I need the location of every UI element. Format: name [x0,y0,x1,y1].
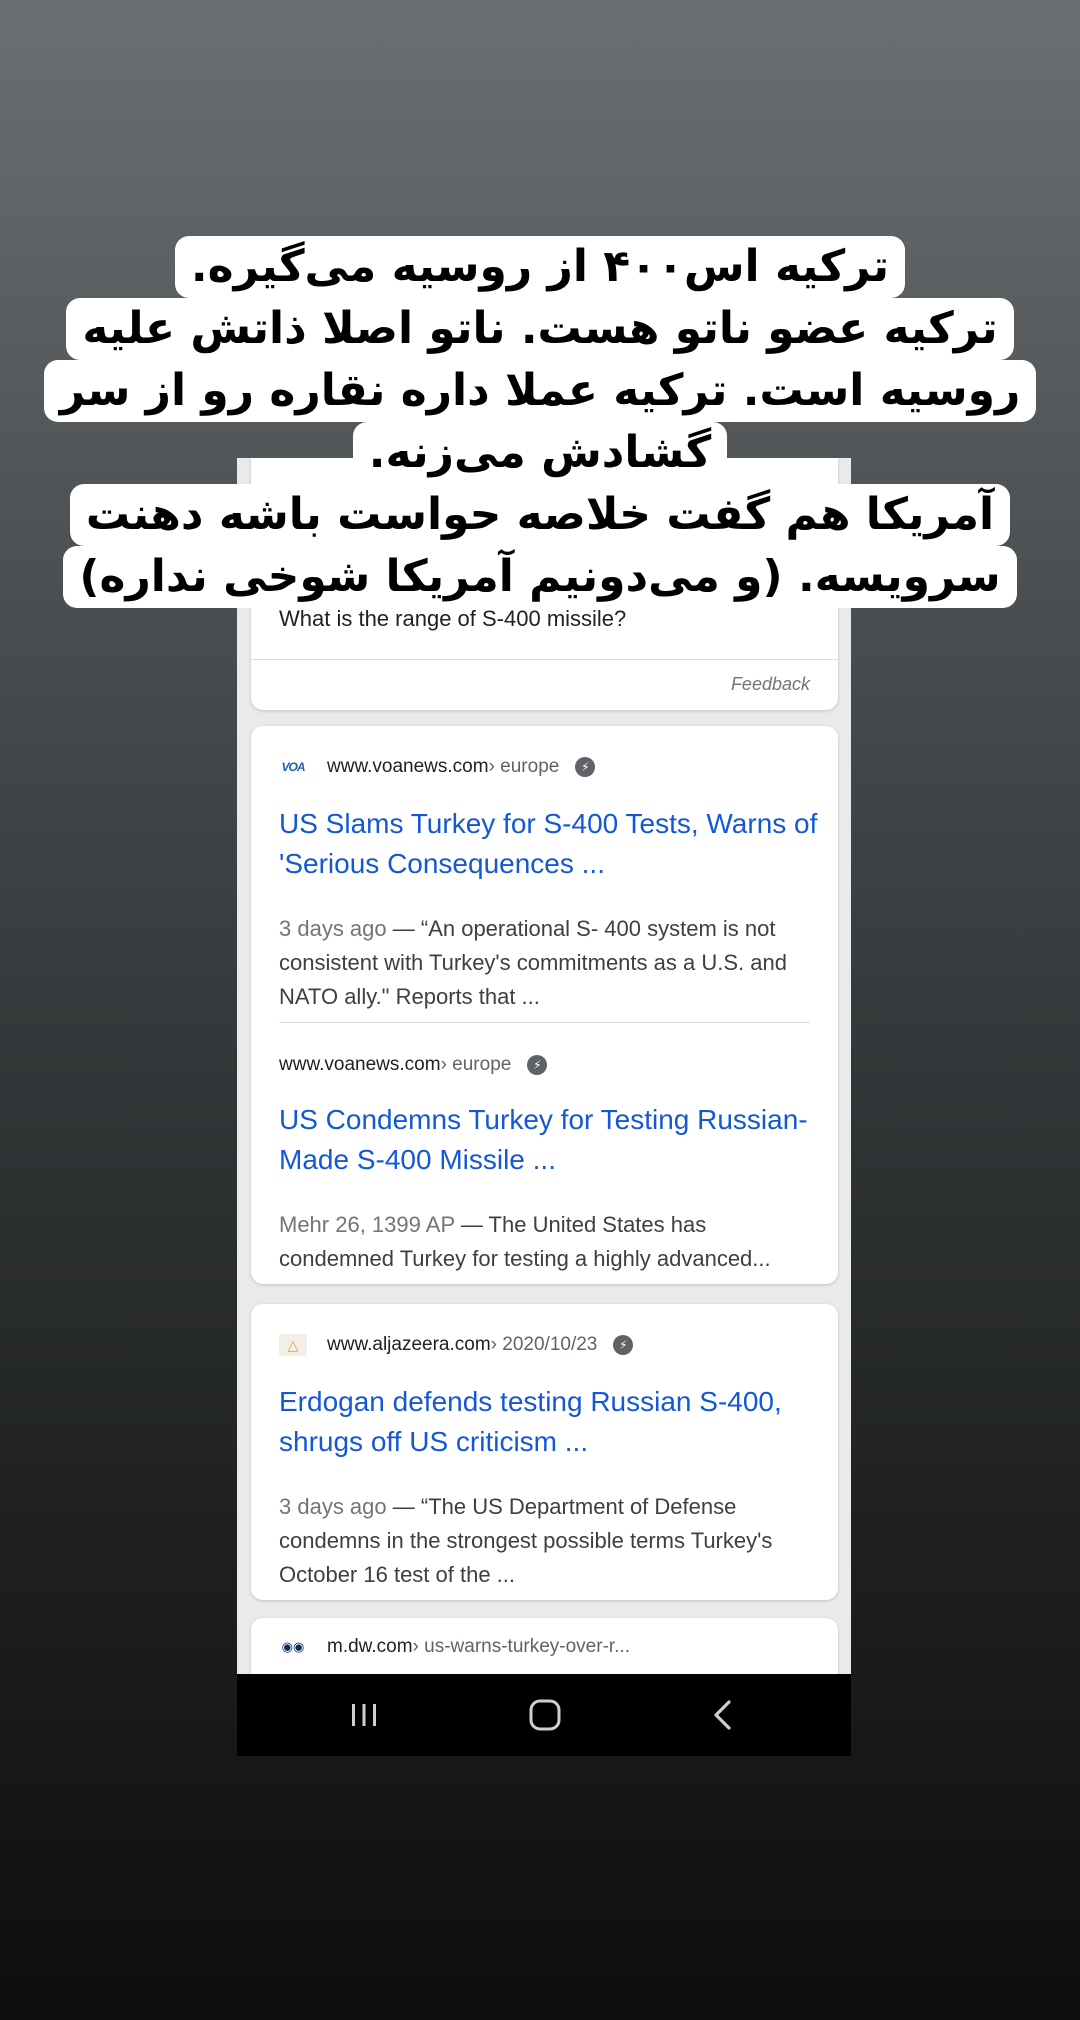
divider [279,1022,810,1023]
divider [251,659,838,660]
home-icon[interactable] [522,1692,568,1738]
recents-icon[interactable] [341,1692,387,1738]
amp-lightning-icon: ⚡ [575,757,596,777]
caption-line: روسیه است. ترکیه عملا داره نقاره رو از س… [43,360,1037,422]
caption-line: سرویسه. (و می‌دونیم آمریکا شوخی نداره) [63,546,1017,608]
result-card-voa: VOA www.voanews.com › europe ⚡ US Slams … [251,726,838,1284]
result-domain: www.voanews.com [279,1054,441,1075]
result-domain: www.aljazeera.com [327,1334,491,1355]
result-snippet: 3 days ago — “The US Department of Defen… [279,1490,824,1592]
result-site-row[interactable]: VOA www.voanews.com › europe ⚡ [279,752,596,782]
result-snippet: 3 days ago — “An operational S- 400 syst… [279,912,824,1014]
result-date: 3 days ago [279,1494,387,1519]
caption-line: ترکیه عضو ناتو هست. ناتو اصلا ذاتش علیه [66,298,1014,360]
dw-favicon-icon: ◉◉ [281,1639,305,1654]
navigation-bar [237,1674,851,1756]
result-date: 3 days ago [279,916,387,941]
result-title-link[interactable]: Erdogan defends testing Russian S-400, s… [279,1382,819,1462]
back-icon[interactable] [701,1692,747,1738]
caption-line: گشادش می‌زنه. [352,422,728,484]
story-caption: ترکیه اس۴۰۰ از روسیه می‌گیره. ترکیه عضو … [0,236,1080,608]
result-breadcrumb: › 2020/10/23 [490,1334,598,1355]
result-snippet: Mehr 26, 1399 AP — The United States has… [279,1208,824,1276]
result-date: Mehr 26, 1399 AP [279,1212,455,1237]
result-title-link[interactable]: US Slams Turkey for S-400 Tests, Warns o… [279,804,819,884]
result-site-row[interactable]: www.voanews.com › europe ⚡ [279,1050,548,1080]
result-site-row[interactable]: △ www.aljazeera.com › 2020/10/23 ⚡ [279,1330,634,1360]
amp-lightning-icon: ⚡ [613,1335,634,1355]
aljazeera-favicon-icon: △ [279,1334,307,1356]
result-domain: m.dw.com [327,1636,413,1657]
amp-lightning-icon: ⚡ [527,1055,548,1075]
result-title-link[interactable]: US Condemns Turkey for Testing Russian-M… [279,1100,819,1180]
caption-line: آمریکا هم گفت خلاصه حواست باشه دهنت [69,484,1011,546]
feedback-link[interactable]: Feedback [731,674,810,695]
result-site-row[interactable]: ◉◉ m.dw.com › us-warns-turkey-over-r... [279,1632,630,1662]
phone-screenshot: What is the range of S-400 missile? Feed… [237,458,851,1756]
result-card-aljazeera: △ www.aljazeera.com › 2020/10/23 ⚡ Erdog… [251,1304,838,1600]
result-breadcrumb: › europe [440,1054,512,1075]
result-breadcrumb: › europe [488,756,560,777]
caption-line: ترکیه اس۴۰۰ از روسیه می‌گیره. [174,236,906,298]
voa-favicon-icon: VOA [281,760,305,774]
result-domain: www.voanews.com [327,756,489,777]
result-breadcrumb: › us-warns-turkey-over-r... [412,1636,631,1657]
faq-question[interactable]: What is the range of S-400 missile? [279,606,626,632]
